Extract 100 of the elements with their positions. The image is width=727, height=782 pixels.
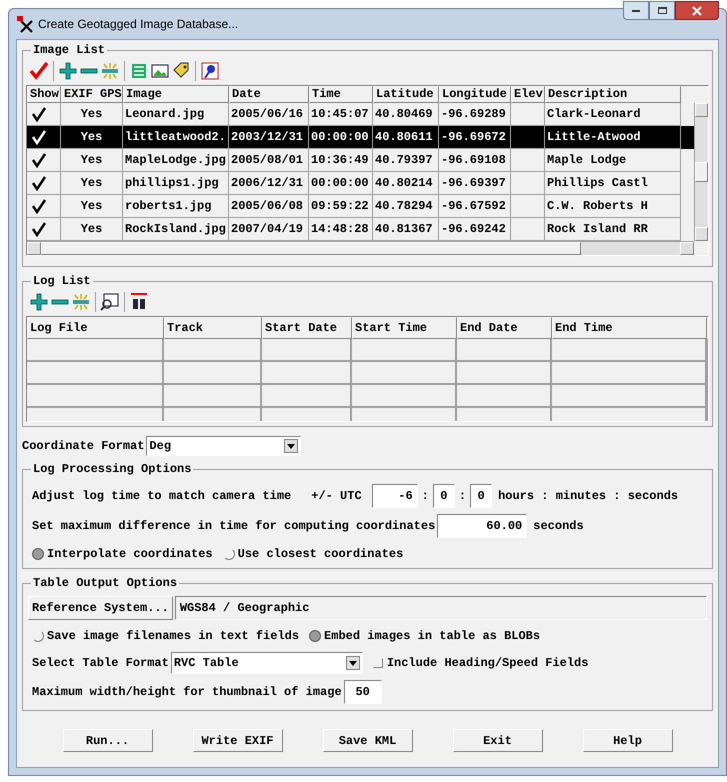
- column-header[interactable]: Start Date: [262, 317, 352, 339]
- sparkle-icon[interactable]: [71, 292, 91, 312]
- table-cell: Phillips Castl: [547, 176, 648, 190]
- magnifier-icon[interactable]: [100, 292, 120, 312]
- group-title: Log Processing Options: [31, 461, 194, 477]
- group-title: Table Output Options: [31, 575, 180, 591]
- separator-text: :: [458, 488, 466, 505]
- column-header[interactable]: Time: [309, 86, 373, 103]
- vertical-scrollbar[interactable]: [694, 103, 708, 241]
- table-cell: 2007/04/19: [231, 222, 304, 236]
- table-cell: Yes: [80, 222, 102, 236]
- table-cell: Maple Lodge: [547, 153, 626, 167]
- pin-icon[interactable]: [200, 61, 220, 81]
- table-row[interactable]: Yes MapleLodge.jpg 2005/08/01 10:36:49 40.79397 -96.69108 Maple Lodge: [27, 149, 694, 172]
- checkmark-icon[interactable]: [31, 106, 47, 122]
- field-label: +/- UTC: [311, 488, 362, 505]
- close-icon: [692, 6, 702, 16]
- radio-label[interactable]: Use closest coordinates: [238, 545, 404, 563]
- table-cell: 40.80214: [375, 176, 433, 190]
- table-cell: MapleLodge.jpg: [125, 153, 226, 167]
- table-cell: Clark-Leonard: [547, 107, 641, 121]
- checkmark-icon[interactable]: [31, 152, 47, 168]
- sparkle-icon[interactable]: [100, 61, 120, 81]
- dialog-button[interactable]: Save KML: [322, 729, 412, 752]
- table-cell: Rock Island RR: [547, 222, 648, 236]
- column-header[interactable]: Date: [229, 86, 309, 103]
- radio-label[interactable]: Interpolate coordinates: [47, 545, 213, 563]
- max-difference-field[interactable]: 60.00: [437, 514, 528, 538]
- field-label: Set maximum difference in time for computing coordinates: [32, 518, 436, 535]
- column-header[interactable]: Track: [164, 317, 262, 339]
- table-row[interactable]: Yes roberts1.jpg 2005/06/08 09:59:22 40.78294 -96.67592 C.W. Roberts H: [27, 195, 694, 218]
- table-row[interactable]: Yes littleatwood2. 2003/12/31 00:00:00 40.80611 -96.69672 Little-Atwood: [27, 126, 694, 149]
- group-title: Log List: [31, 273, 93, 289]
- close-button[interactable]: [675, 1, 719, 20]
- table-cell: 10:36:49: [311, 153, 369, 167]
- radio-button[interactable]: [32, 548, 44, 560]
- checkmark-icon[interactable]: [31, 175, 47, 191]
- table-cell: 40.79397: [375, 153, 433, 167]
- radio-label[interactable]: Embed images in table as BLOBs: [324, 627, 540, 645]
- minutes-field[interactable]: 0: [432, 484, 455, 508]
- column-header[interactable]: Longitude: [439, 86, 511, 103]
- column-header[interactable]: Start Time: [352, 317, 457, 339]
- units-label: hours : minutes : seconds: [498, 488, 678, 505]
- table-cell: -96.69242: [441, 222, 506, 236]
- table-cell: -96.67592: [441, 199, 506, 213]
- table-cell: littleatwood2.: [125, 130, 226, 144]
- table-cell: 09:59:22: [311, 199, 369, 213]
- table-cell: Little-Atwood: [547, 130, 641, 144]
- table-format-dropdown[interactable]: RVC Table: [170, 652, 363, 674]
- thumbnail-size-field[interactable]: 50: [344, 680, 382, 704]
- checkbox-label[interactable]: Include Heading/Speed Fields: [386, 654, 588, 672]
- column-header[interactable]: EXIF GPS: [61, 86, 123, 103]
- table-cell: 00:00:00: [311, 176, 369, 190]
- reference-system-button[interactable]: Reference System...: [28, 596, 173, 620]
- column-header[interactable]: End Date: [457, 317, 552, 339]
- table-cell: RockIsland.jpg: [125, 222, 226, 236]
- dialog-button[interactable]: Help: [582, 729, 672, 752]
- table-cell: -96.69397: [441, 176, 506, 190]
- table-cell: 40.80611: [375, 130, 433, 144]
- column-header[interactable]: Log File: [27, 317, 164, 339]
- table-cell: Yes: [80, 153, 102, 167]
- table-cell: 14:48:28: [311, 222, 369, 236]
- table-cell: 40.78294: [375, 199, 433, 213]
- column-header[interactable]: Description: [545, 86, 681, 103]
- table-cell: roberts1.jpg: [125, 199, 212, 213]
- table-cell: 40.81367: [375, 222, 433, 236]
- table-cell: 40.80469: [375, 107, 433, 121]
- column-header[interactable]: End Time: [552, 317, 707, 339]
- maximize-button[interactable]: [649, 1, 675, 20]
- column-header[interactable]: Show: [27, 86, 61, 103]
- column-header[interactable]: Elev: [511, 86, 545, 103]
- table-cell: Leonard.jpg: [125, 107, 204, 121]
- dialog-button[interactable]: Run...: [62, 729, 152, 752]
- radio-button[interactable]: [309, 630, 322, 642]
- dialog-button[interactable]: Write EXIF: [192, 729, 282, 752]
- column-header[interactable]: Latitude: [373, 86, 439, 103]
- table-cell: Yes: [80, 199, 102, 213]
- hours-field[interactable]: -6: [372, 484, 418, 508]
- dialog-button[interactable]: Exit: [452, 729, 542, 752]
- table-cell: Yes: [80, 130, 102, 144]
- horizontal-scrollbar[interactable]: [27, 241, 694, 255]
- add-icon[interactable]: [29, 292, 49, 312]
- table-cell: 10:45:07: [311, 107, 369, 121]
- checkbox[interactable]: [372, 658, 383, 668]
- checkmark-icon[interactable]: [31, 198, 47, 214]
- checkmark-icon[interactable]: [31, 221, 47, 237]
- field-label: Coordinate Format: [22, 438, 144, 455]
- checkmark-icon[interactable]: [29, 61, 49, 81]
- seconds-field[interactable]: 0: [470, 484, 492, 508]
- table-cell: 00:00:00: [311, 130, 369, 144]
- column-header[interactable]: Image: [123, 86, 229, 103]
- field-label: Select Table Format: [32, 655, 169, 672]
- table-cell: -96.69289: [441, 107, 506, 121]
- add-icon[interactable]: [58, 61, 78, 81]
- minimize-button[interactable]: [623, 1, 649, 20]
- table-cell: Yes: [80, 107, 102, 121]
- table-row[interactable]: Yes phillips1.jpg 2006/12/31 00:00:00 40.80214 -96.69397 Phillips Castl: [27, 172, 694, 195]
- reference-system-field: WGS84 / Geographic: [174, 596, 707, 620]
- radio-label[interactable]: Save image filenames in text fields: [47, 627, 300, 645]
- coordinate-format-dropdown[interactable]: Deg: [146, 436, 302, 456]
